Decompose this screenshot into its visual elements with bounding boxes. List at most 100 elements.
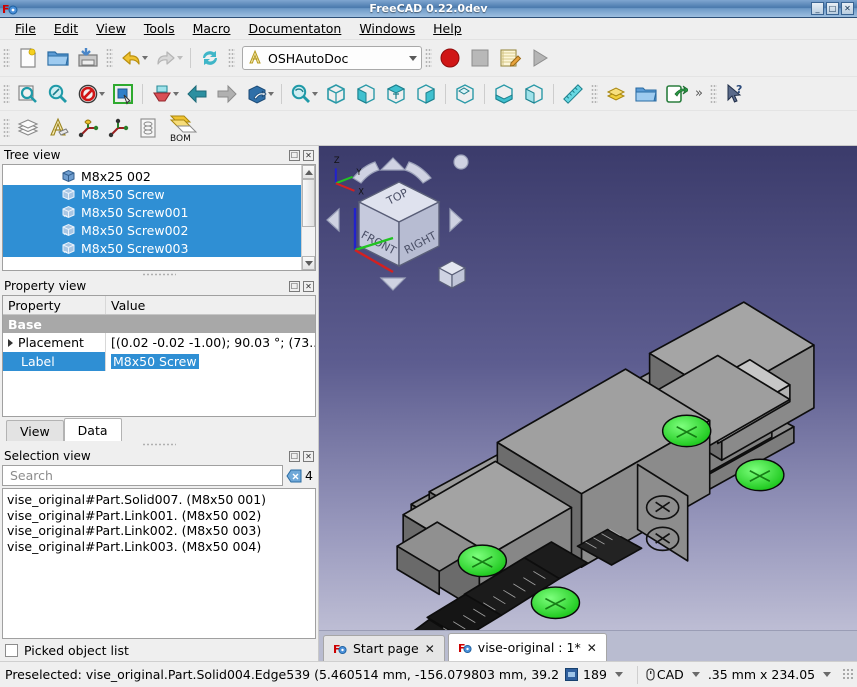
tree-view-float-icon[interactable]: ☐ (289, 149, 300, 161)
search-field[interactable] (2, 465, 284, 486)
property-row-placement[interactable]: Placement [(0.02 -0.02 -1.00); 90.03 °; … (3, 333, 315, 352)
forward-arrow-icon[interactable] (212, 80, 242, 108)
menu-macro[interactable]: Macro (184, 19, 240, 38)
chevron-down-icon[interactable] (409, 55, 417, 61)
appearance-icon[interactable] (601, 80, 631, 108)
scroll-track[interactable] (302, 179, 315, 256)
property-view-float-icon[interactable]: ☐ (289, 280, 300, 292)
resize-grip[interactable] (842, 668, 855, 681)
toolbar-grip-whatsthis[interactable] (709, 83, 717, 104)
property-view-close-icon[interactable]: ✕ (303, 280, 314, 292)
axonometric-view-icon[interactable] (321, 80, 351, 108)
expand-icon[interactable] (8, 338, 13, 347)
workbench-selector[interactable]: OSHAutoDoc (242, 46, 422, 70)
table-icon[interactable] (133, 114, 163, 142)
tree-item-m8x50-screw002[interactable]: M8x50 Screw002 (3, 221, 301, 239)
measure-ruler-icon[interactable] (558, 80, 588, 108)
toolbar-grip-view[interactable] (3, 83, 10, 104)
picked-object-list-checkbox[interactable] (5, 643, 18, 657)
list-item[interactable]: vise_original#Part.Link002. (M8x50 003) (7, 523, 311, 539)
clear-search-icon[interactable] (286, 469, 302, 483)
tree-view-close-icon[interactable]: ✕ (303, 149, 314, 161)
execute-macro-icon[interactable] (525, 44, 555, 72)
top-view-icon[interactable] (381, 80, 411, 108)
menu-windows[interactable]: Windows (350, 19, 424, 38)
list-item[interactable]: vise_original#Part.Link001. (M8x50 002) (7, 508, 311, 524)
box-selection-icon[interactable] (108, 80, 138, 108)
tree-item-m8x50-screw003[interactable]: M8x50 Screw003 (3, 239, 301, 257)
menu-edit[interactable]: Edit (45, 19, 87, 38)
new-document-icon[interactable] (13, 44, 43, 72)
navigation-dropdown-icon[interactable] (691, 672, 700, 677)
size-dropdown-icon[interactable] (823, 672, 832, 677)
menu-documentation[interactable]: Documentaton (239, 19, 350, 38)
toolbar-overflow-button[interactable]: » (691, 86, 707, 101)
tab-vise-original[interactable]: F vise-original : 1* ✕ (447, 633, 607, 661)
right-view-icon[interactable] (411, 80, 441, 108)
bom-button[interactable]: BOM (163, 114, 203, 143)
folder-icon[interactable] (631, 80, 661, 108)
picked-object-list-row[interactable]: Picked object list (0, 639, 318, 661)
tree-view-panel[interactable]: M8x25 002 M8x50 Screw M8x50 Screw001 M8x… (2, 164, 316, 271)
property-name-cell[interactable]: Label (3, 352, 106, 371)
selection-view-float-icon[interactable]: ☐ (289, 450, 300, 462)
draw-style-icon[interactable] (73, 80, 103, 108)
save-icon[interactable] (73, 44, 103, 72)
tab-view[interactable]: View (6, 420, 64, 441)
left-view-icon[interactable] (519, 80, 549, 108)
clipping-plane-icon[interactable] (147, 80, 177, 108)
tree-item-m8x25-002[interactable]: M8x25 002 (3, 167, 301, 185)
tree-item-m8x50-screw[interactable]: M8x50 Screw (3, 185, 301, 203)
edit-macro-icon[interactable] (495, 44, 525, 72)
export-icon[interactable] (661, 80, 691, 108)
list-item[interactable]: vise_original#Part.Solid007. (M8x50 001) (7, 492, 311, 508)
open-folder-icon[interactable] (43, 44, 73, 72)
dimension-dropdown-icon[interactable] (614, 672, 623, 677)
navigation-style-label[interactable]: CAD (657, 667, 684, 682)
property-view-panel[interactable]: Property Value Base Placement [(0.02 -0.… (2, 295, 316, 417)
tab-close-icon[interactable]: ✕ (587, 641, 597, 655)
toolbar-grip-macro[interactable] (425, 48, 432, 68)
minimize-button[interactable]: _ (811, 2, 824, 15)
menu-help[interactable]: Help (424, 19, 471, 38)
tab-start-page[interactable]: F Start page ✕ (323, 635, 445, 661)
tab-close-icon[interactable]: ✕ (425, 642, 435, 656)
toolbar-grip[interactable] (3, 48, 10, 68)
rear-view-icon[interactable] (450, 80, 480, 108)
undo-icon[interactable] (116, 44, 146, 72)
menu-view[interactable]: View (87, 19, 135, 38)
close-button[interactable]: ✕ (841, 2, 854, 15)
3d-viewport[interactable]: TOP FRONT RIGHT (319, 146, 857, 630)
bottom-view-icon[interactable] (489, 80, 519, 108)
refresh-icon[interactable] (195, 44, 225, 72)
redo-icon[interactable] (151, 44, 181, 72)
selection-view-close-icon[interactable]: ✕ (303, 450, 314, 462)
annotation-a-icon[interactable] (43, 114, 73, 142)
tree-item-m8x50-screw001[interactable]: M8x50 Screw001 (3, 203, 301, 221)
toolbar-grip-osh[interactable] (3, 118, 10, 138)
selection-list[interactable]: vise_original#Part.Solid007. (M8x50 001)… (2, 488, 316, 639)
menu-file[interactable]: File (6, 19, 45, 38)
property-value-cell[interactable]: [(0.02 -0.02 -1.00); 90.03 °; (73... (106, 333, 315, 352)
property-group-base[interactable]: Base (3, 315, 315, 333)
maximize-button[interactable]: □ (826, 2, 839, 15)
toolbar-grip-undo[interactable] (106, 48, 113, 68)
zoom-icon[interactable] (286, 80, 316, 108)
search-input[interactable] (8, 467, 278, 484)
property-value-cell[interactable]: M8x50 Screw (106, 352, 315, 371)
property-row-label[interactable]: Label M8x50 Screw (3, 352, 315, 371)
stop-macro-icon[interactable] (465, 44, 495, 72)
scroll-thumb[interactable] (302, 179, 315, 227)
axis-icon[interactable] (103, 114, 133, 142)
fit-all-icon[interactable] (13, 80, 43, 108)
standard-views-icon[interactable] (242, 80, 272, 108)
record-macro-icon[interactable] (435, 44, 465, 72)
scroll-up-button[interactable] (302, 165, 315, 179)
back-arrow-icon[interactable] (182, 80, 212, 108)
list-item[interactable]: vise_original#Part.Link003. (M8x50 004) (7, 539, 311, 555)
scroll-down-button[interactable] (302, 256, 315, 270)
menu-tools[interactable]: Tools (135, 19, 184, 38)
toolbar-grip-workbench[interactable] (228, 48, 235, 68)
layers-icon[interactable] (13, 114, 43, 142)
axis-pin-icon[interactable] (73, 114, 103, 142)
